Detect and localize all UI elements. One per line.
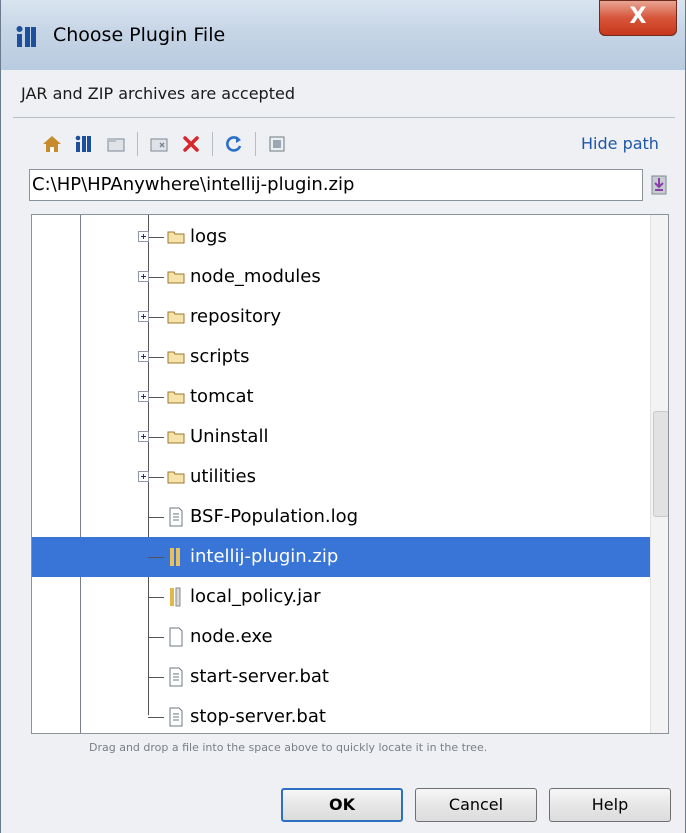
tree-item-node-exe[interactable]: node.exe xyxy=(32,617,650,657)
new-folder-button[interactable] xyxy=(146,131,172,157)
expand-icon[interactable] xyxy=(138,271,149,282)
path-input[interactable]: C:\HP\HPAnywhere\intellij-plugin.zip xyxy=(29,169,643,201)
tree-item-label: BSF-Population.log xyxy=(190,506,359,527)
project-icon xyxy=(75,135,91,152)
tree-item-label: utilities xyxy=(190,466,256,487)
help-button[interactable]: Help xyxy=(549,788,671,822)
expand-icon[interactable] xyxy=(138,231,149,242)
tree-item-label: intellij-plugin.zip xyxy=(190,546,339,567)
hide-path-link[interactable]: Hide path xyxy=(581,134,659,153)
download-path-icon[interactable] xyxy=(649,172,669,196)
expand-icon[interactable] xyxy=(138,311,149,322)
archive-icon xyxy=(170,587,181,607)
tree-item-intellij-plugin-zip[interactable]: intellij-plugin.zip xyxy=(32,537,650,577)
delete-icon xyxy=(183,136,199,152)
tree-item-node-modules[interactable]: node_modules xyxy=(32,257,650,297)
title-bar[interactable]: Choose Plugin File X xyxy=(1,0,685,70)
toolbar-separator xyxy=(212,132,213,156)
text-file-icon xyxy=(169,507,183,527)
text-file-icon xyxy=(169,667,183,687)
tree-item-label: stop-server.bat xyxy=(190,706,326,727)
toolbar-separator xyxy=(255,132,256,156)
tree-item-scripts[interactable]: scripts xyxy=(32,337,650,377)
tree-item-label: logs xyxy=(190,226,227,247)
toolbar xyxy=(39,130,296,158)
home-icon xyxy=(43,136,61,152)
tree-item-uninstall[interactable]: Uninstall xyxy=(32,417,650,457)
tree-item-label: node_modules xyxy=(190,266,321,287)
module-icon xyxy=(107,138,125,152)
tree-item-utilities[interactable]: utilities xyxy=(32,457,650,497)
tree-item-start-server-bat[interactable]: start-server.bat xyxy=(32,657,650,697)
ok-button[interactable]: OK xyxy=(281,788,403,822)
close-button[interactable]: X xyxy=(599,0,677,36)
intellij-app-icon xyxy=(16,26,36,47)
archive-icon xyxy=(170,548,180,566)
tree-item-label: repository xyxy=(190,306,282,327)
home-button[interactable] xyxy=(39,131,65,157)
tree-item-label: start-server.bat xyxy=(190,666,329,687)
tree-item-tomcat[interactable]: tomcat xyxy=(32,377,650,417)
project-button[interactable] xyxy=(71,131,97,157)
tree-item-label: node.exe xyxy=(190,626,273,647)
expand-icon[interactable] xyxy=(138,391,149,402)
file-icon xyxy=(169,627,183,647)
folder-icon xyxy=(167,231,185,244)
drag-drop-hint: Drag and drop a file into the space abov… xyxy=(89,741,488,754)
tree-item-label: Uninstall xyxy=(190,426,269,447)
separator xyxy=(13,117,675,118)
tree-item-logs[interactable]: logs xyxy=(32,217,650,257)
tree-item-label: tomcat xyxy=(190,386,254,407)
dialog-description: JAR and ZIP archives are accepted xyxy=(21,84,295,103)
cancel-button[interactable]: Cancel xyxy=(415,788,537,822)
tree-item-label: scripts xyxy=(190,346,250,367)
tree-item-stop-server-bat[interactable]: stop-server.bat xyxy=(32,697,650,733)
tree-item-bsf-population-log[interactable]: BSF-Population.log xyxy=(32,497,650,537)
folder-icon xyxy=(167,391,185,404)
file-tree[interactable]: logs node_modules repository scripts tom… xyxy=(31,214,669,734)
window-title: Choose Plugin File xyxy=(53,24,226,46)
folder-icon xyxy=(167,351,185,364)
expand-icon[interactable] xyxy=(138,471,149,482)
refresh-button[interactable] xyxy=(221,131,247,157)
folder-icon xyxy=(167,471,185,484)
tree-item-repository[interactable]: repository xyxy=(32,297,650,337)
expand-icon[interactable] xyxy=(138,351,149,362)
show-hidden-button[interactable] xyxy=(264,131,290,157)
scrollbar-thumb[interactable] xyxy=(653,411,668,517)
text-file-icon xyxy=(169,707,183,727)
module-button[interactable] xyxy=(103,131,129,157)
refresh-icon xyxy=(226,136,242,152)
folder-icon xyxy=(167,271,185,284)
expand-icon[interactable] xyxy=(138,431,149,442)
folder-icon xyxy=(167,311,185,324)
toolbar-separator xyxy=(137,132,138,156)
folder-icon xyxy=(167,431,185,444)
tree-item-label: local_policy.jar xyxy=(190,586,321,607)
tree-item-local-policy-jar[interactable]: local_policy.jar xyxy=(32,577,650,617)
delete-button[interactable] xyxy=(178,131,204,157)
new-folder-icon xyxy=(150,138,168,152)
show-hidden-icon xyxy=(269,136,285,152)
choose-plugin-file-dialog: Choose Plugin File X JAR and ZIP archive… xyxy=(0,0,686,833)
